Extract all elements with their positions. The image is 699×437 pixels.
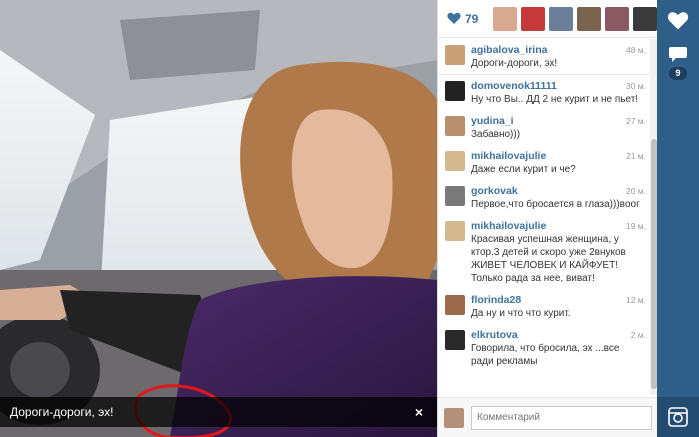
instagram-link[interactable] [657,397,699,437]
comment-item: gorkovak Первое,что бросается в глаза)))в… [438,180,650,215]
avatar [444,407,464,428]
avatar[interactable] [445,116,465,136]
camera-icon [668,407,688,427]
comments-panel: 79 agibalova_irina Дороги-дороги, эх! 48… [437,0,658,437]
side-actions: 9 [657,0,699,437]
comment-item: yudina_i Забавно))) 27 м. [438,110,650,145]
comments-list: agibalova_irina Дороги-дороги, эх! 48 м.… [438,39,650,395]
photo: Дороги-дороги, эх! × [0,0,437,437]
comment-username[interactable]: florinda28 [471,294,644,307]
comment-item: mikhailovajulie Красивая успешная женщина… [438,215,650,289]
comment-username[interactable]: elkrutova [471,329,644,342]
liker-avatar[interactable] [605,6,629,31]
comment-item: elkrutova Говорила, что бросила, эх ...вс… [438,324,650,372]
like-count-value: 79 [465,11,479,26]
comment-text: Забавно))) [471,129,521,140]
liker-avatar[interactable] [493,6,517,31]
comment-text: Говорила, что бросила, эх ...все ради ре… [471,343,620,367]
comment-username[interactable]: domovenok11111 [471,80,644,93]
heart-icon [447,12,461,24]
comment-item: mikhailovajulie Даже если курит и че? 21 м… [438,145,650,180]
comment-time: 20 м. [625,186,646,196]
caption-comment: agibalova_irina Дороги-дороги, эх! 48 м. [438,39,650,75]
comment-text: Красивая успешная женщина, у ктор.3 дете… [471,234,626,284]
close-icon[interactable]: × [411,404,427,420]
heart-icon [667,12,689,30]
comment-text: Да ну и что что курит. [471,308,571,319]
comment-username[interactable]: yudina_i [471,115,644,128]
comment-composer [438,397,658,437]
comment-count-badge: 9 [669,67,687,80]
comment-text: Первое,что бросается в глаза)))вooг [471,199,640,210]
photo-image [0,0,437,437]
liker-avatar[interactable] [549,6,573,31]
comment-time: 2 м. [630,330,646,340]
comment-username[interactable]: gorkovak [471,185,644,198]
avatar[interactable] [445,186,465,206]
photo-caption-bar: Дороги-дороги, эх! × [0,397,437,427]
like-button[interactable] [663,6,693,36]
comment-time: 19 м. [625,221,646,231]
comment-item: domovenok11111 Ну что Вы.. ДД 2 не курит … [438,75,650,110]
speech-bubble-icon [669,47,687,62]
comment-item: florinda28 Да ну и что что курит. 12 м. [438,289,650,324]
likers-list [493,6,657,31]
comment-username[interactable]: agibalova_irina [471,44,644,57]
like-count[interactable]: 79 [447,12,493,26]
comment-username[interactable]: mikhailovajulie [471,150,644,163]
liker-avatar[interactable] [521,6,545,31]
comment-username[interactable]: mikhailovajulie [471,220,644,233]
avatar[interactable] [445,151,465,171]
likes-bar: 79 [438,0,657,38]
comment-text: Ну что Вы.. ДД 2 не курит и не пьет! [471,94,639,105]
comment-time: 27 м. [625,116,646,126]
avatar[interactable] [445,45,465,65]
comment-button[interactable] [663,40,693,70]
comment-text: Дороги-дороги, эх! [471,58,558,69]
comment-input[interactable] [471,405,652,430]
comment-text: Даже если курит и че? [471,164,576,175]
photo-caption: Дороги-дороги, эх! [10,405,114,419]
avatar[interactable] [445,221,465,241]
avatar[interactable] [445,81,465,101]
comment-time: 21 м. [625,151,646,161]
liker-avatar[interactable] [633,6,657,31]
avatar[interactable] [445,330,465,350]
comment-time: 30 м. [625,81,646,91]
liker-avatar[interactable] [577,6,601,31]
comment-time: 48 м. [625,45,646,55]
comment-time: 12 м. [625,295,646,305]
avatar[interactable] [445,295,465,315]
